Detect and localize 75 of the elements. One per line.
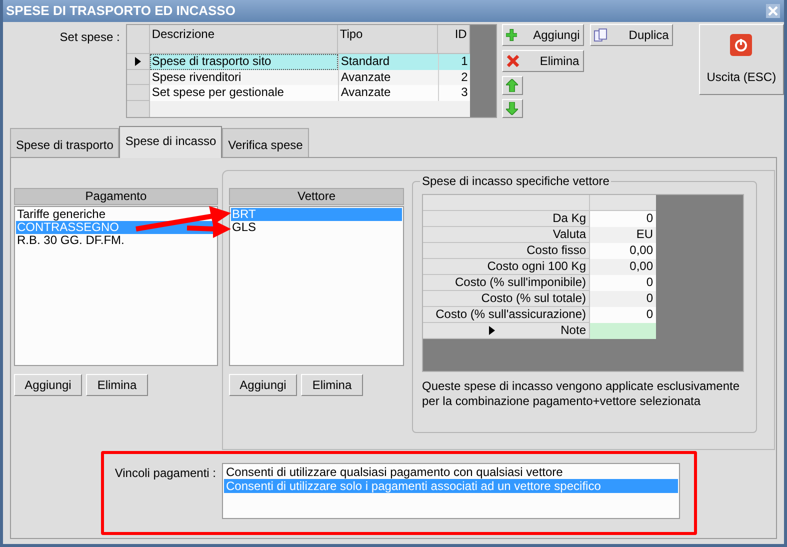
property-grid[interactable]: Da Kg 0 Valuta EU Costo fisso 0,00 Costo ogni 100 Kg 0,00 Costo (% sull'imponibile) 0 Costo (% sul totale) 0 Costo (% sull'assicurazione) 0 Note xyxy=(422,194,744,372)
move-up-button[interactable] xyxy=(502,76,523,95)
grid-row[interactable]: Costo (% sull'imponibile) 0 xyxy=(423,275,743,291)
group-title: Spese di incasso specifiche vettore xyxy=(421,173,610,190)
list-box[interactable]: Tariffe generiche CONTRASSEGNO R.B. 30 GG. DF.FM. xyxy=(14,206,218,366)
list-item[interactable]: R.B. 30 GG. DF.FM. xyxy=(16,234,126,247)
grid-row[interactable]: Da Kg 0 xyxy=(423,211,743,227)
table-cell: Spese rivenditori xyxy=(150,70,338,86)
duplicate-button[interactable]: Duplica xyxy=(590,24,673,46)
table-cell: Avanzate xyxy=(338,70,438,86)
table-cell: 0 xyxy=(590,211,656,227)
table-cell xyxy=(590,323,656,339)
data-grid[interactable]: Descrizione Tipo ID Spese di trasporto sito Standard 1 Spese rivenditori Avanzate 2 Set spese per gestionale Avanzate 3 xyxy=(126,24,497,118)
row-pointer-icon xyxy=(488,326,495,335)
cross-icon xyxy=(506,54,520,68)
table-cell: 3 xyxy=(438,85,470,102)
delete-button[interactable]: Elimina xyxy=(502,50,584,72)
tab[interactable]: Spese di trasporto xyxy=(10,128,120,157)
list-box[interactable]: Consenti di utilizzare qualsiasi pagamento con qualsiasi vettore Consenti di utilizzare solo i pagamenti associati ad un vettore specifico xyxy=(222,463,680,519)
row-label: Costo (% sull'assicurazione) xyxy=(423,307,590,323)
table-cell: 0 xyxy=(590,291,656,307)
list-box[interactable]: BRT GLS xyxy=(229,206,404,366)
tab[interactable]: Spese di incasso xyxy=(119,126,222,158)
grid-row[interactable]: Costo (% sul totale) 0 xyxy=(423,291,743,307)
add-button[interactable]: Aggiungi xyxy=(502,24,584,46)
row-label: Valuta xyxy=(423,227,590,243)
row-label: Note xyxy=(423,323,590,339)
corner-header-cell xyxy=(126,25,150,54)
arrow-down-icon xyxy=(506,102,518,115)
copy-icon xyxy=(594,28,607,42)
table-cell: 0 xyxy=(590,275,656,291)
list-header: Vettore xyxy=(229,188,404,205)
table-cell: Avanzate xyxy=(338,85,438,102)
grid-row[interactable]: Costo (% sull'assicurazione) 0 xyxy=(423,307,743,323)
list-item[interactable]: GLS xyxy=(231,221,258,234)
table-cell: Set spese per gestionale xyxy=(150,85,338,102)
table-cell: 0 xyxy=(590,307,656,323)
grid-row[interactable]: Costo ogni 100 Kg 0,00 xyxy=(423,259,743,275)
table-cell: 2 xyxy=(438,70,470,86)
grid-row[interactable]: Valuta EU xyxy=(423,227,743,243)
exit-button[interactable]: Uscita (ESC) xyxy=(698,24,784,95)
grid-row[interactable]: Spese rivenditori Avanzate 2 xyxy=(126,70,470,86)
row-label: Costo (% sull'imponibile) xyxy=(423,275,590,291)
move-down-button[interactable] xyxy=(502,99,523,118)
row-label: Costo ogni 100 Kg xyxy=(423,259,590,275)
tab[interactable]: Verifica spese xyxy=(222,128,309,157)
add-button[interactable]: Aggiungi xyxy=(14,374,82,396)
row-label: Costo fisso xyxy=(423,243,590,259)
row-label: Da Kg xyxy=(423,211,590,227)
window-title: SPESE DI TRASPORTO ED INCASSO xyxy=(6,2,236,20)
plus-icon xyxy=(506,28,518,42)
list-header: Pagamento xyxy=(14,188,218,205)
add-button[interactable]: Aggiungi xyxy=(229,374,297,396)
table-cell: 1 xyxy=(438,54,470,70)
table-cell: 0,00 xyxy=(590,243,656,259)
list-item[interactable]: Consenti di utilizzare qualsiasi pagamento con qualsiasi vettore xyxy=(224,465,678,479)
field-label: Vincoli pagamenti : xyxy=(114,465,217,482)
table-cell: Standard xyxy=(338,54,438,70)
table-cell: EU xyxy=(590,227,656,243)
grid-row[interactable]: Set spese per gestionale Avanzate 3 xyxy=(126,85,470,102)
row-pointer-icon xyxy=(134,56,141,66)
info-text: Queste spese di incasso vengono applicate esclusivamente per la combinazione pagamento+vettore selezionata xyxy=(422,379,741,409)
row-label: Costo (% sul totale) xyxy=(423,291,590,307)
table-cell: Spese di trasporto sito xyxy=(150,54,338,70)
delete-button[interactable]: Elimina xyxy=(301,374,363,396)
table-cell: 0,00 xyxy=(590,259,656,275)
grid-row[interactable]: Note xyxy=(423,323,743,339)
grid-row[interactable]: Spese di trasporto sito Standard 1 xyxy=(126,54,470,70)
power-icon xyxy=(730,34,752,56)
list-item[interactable]: Tariffe generiche xyxy=(16,208,106,221)
field-label: Set spese : xyxy=(58,29,120,46)
delete-button[interactable]: Elimina xyxy=(86,374,148,396)
grid-row[interactable]: Costo fisso 0,00 xyxy=(423,243,743,259)
close-icon xyxy=(768,6,778,16)
arrow-up-icon xyxy=(506,79,518,92)
